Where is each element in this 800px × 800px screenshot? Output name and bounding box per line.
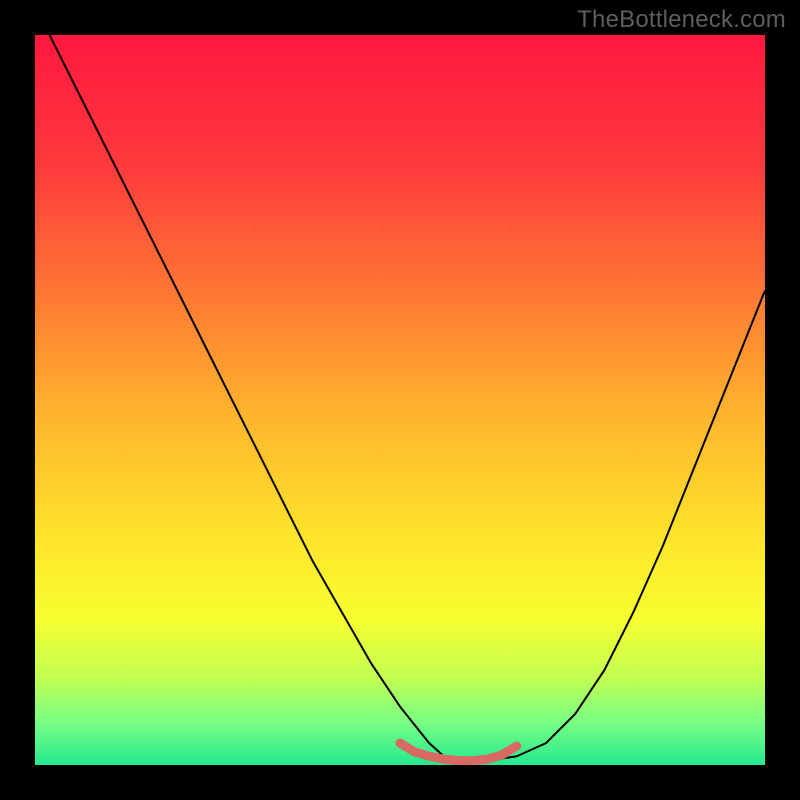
plot-background [35, 35, 765, 765]
watermark-text: TheBottleneck.com [577, 6, 786, 34]
chart-frame: TheBottleneck.com [0, 0, 800, 800]
bottleneck-chart [0, 0, 800, 800]
